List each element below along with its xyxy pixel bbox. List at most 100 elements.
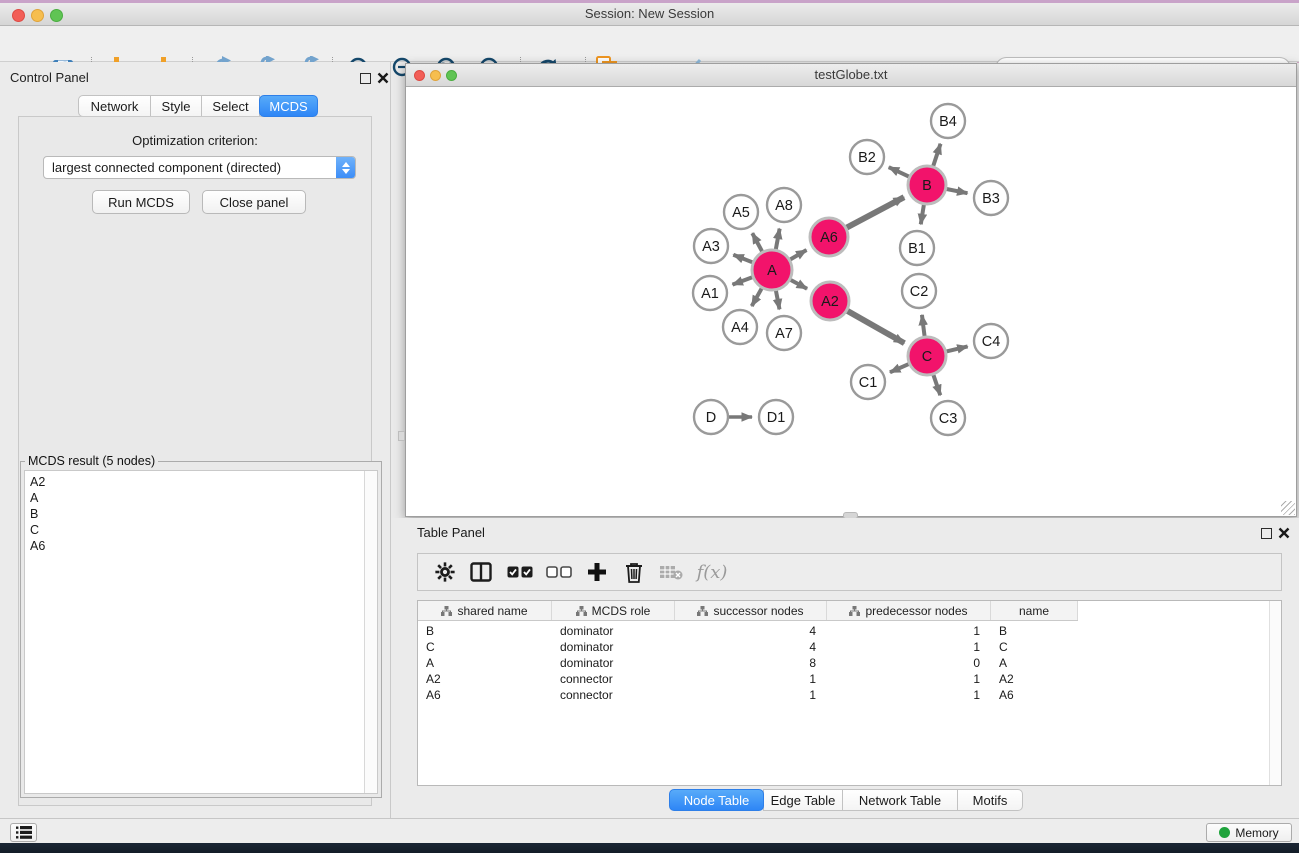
graph-edge-A2-C[interactable]: [847, 311, 904, 343]
graph-node-D1[interactable]: D1: [759, 400, 793, 434]
graph-node-B4[interactable]: B4: [931, 104, 965, 138]
deselect-all-button[interactable]: [542, 556, 576, 588]
graph-node-C[interactable]: C: [908, 337, 946, 375]
float-panel-icon[interactable]: [360, 73, 371, 84]
graph-edge-B-B1[interactable]: [921, 205, 924, 225]
show-columns-button[interactable]: [464, 556, 498, 588]
side-splitter-handle[interactable]: [398, 431, 405, 441]
list-item[interactable]: A6: [25, 538, 377, 554]
graph-edge-A-A4[interactable]: [752, 288, 762, 306]
column-header-successor_nodes[interactable]: successor nodes: [675, 601, 827, 620]
tab-edge-table[interactable]: Edge Table: [763, 789, 843, 811]
column-label: name: [1019, 604, 1049, 618]
list-item[interactable]: C: [25, 522, 377, 538]
graph-edge-C-C1[interactable]: [890, 364, 909, 372]
graph-edge-A-A8[interactable]: [776, 229, 780, 250]
criterion-select[interactable]: largest connected component (directed): [43, 156, 356, 179]
graph-node-A5[interactable]: A5: [724, 195, 758, 229]
column-label: shared name: [457, 604, 527, 618]
task-history-button[interactable]: [10, 823, 37, 842]
float-table-panel-icon[interactable]: [1261, 528, 1272, 539]
table-settings-button[interactable]: [428, 556, 462, 588]
graph-edge-A-A6[interactable]: [790, 250, 806, 259]
close-network-window-button[interactable]: [414, 70, 425, 81]
graph-edge-B-B2[interactable]: [889, 167, 909, 176]
graph-node-A4[interactable]: A4: [723, 310, 757, 344]
graph-node-C2[interactable]: C2: [902, 274, 936, 308]
network-window-title: testGlobe.txt: [406, 64, 1296, 86]
network-canvas[interactable]: B4 B2 B B3 A5 A8 A6 A3 B1 A C2 A1 A2 A4 A7 C4 C C1 D D1 C3: [406, 87, 1296, 516]
table-row[interactable]: A2connector11A2: [418, 671, 1078, 687]
tab-node-table[interactable]: Node Table: [669, 789, 764, 811]
graph-node-C4[interactable]: C4: [974, 324, 1008, 358]
criterion-value: largest connected component (directed): [44, 160, 336, 175]
svg-text:B2: B2: [858, 150, 876, 166]
delete-column-button[interactable]: [617, 556, 651, 588]
graph-edge-A-A5[interactable]: [752, 233, 762, 251]
tab-network[interactable]: Network: [78, 95, 151, 117]
table-row[interactable]: Bdominator41B: [418, 623, 1078, 639]
tab-label: Style: [162, 99, 191, 114]
graph-edge-B-B3[interactable]: [947, 189, 968, 193]
close-window-button[interactable]: [12, 9, 25, 22]
column-header-shared_name[interactable]: shared name: [418, 601, 552, 620]
graph-node-B1[interactable]: B1: [900, 231, 934, 265]
scrollbar[interactable]: [364, 471, 377, 793]
minimize-network-window-button[interactable]: [430, 70, 441, 81]
graph-edge-A-A3[interactable]: [733, 255, 752, 263]
graph-node-A[interactable]: A: [752, 250, 792, 290]
add-column-button[interactable]: [580, 556, 614, 588]
graph-node-A1[interactable]: A1: [693, 276, 727, 310]
table-row[interactable]: Adominator80A: [418, 655, 1078, 671]
tab-style[interactable]: Style: [150, 95, 202, 117]
attribute-tree-icon: [576, 606, 587, 616]
column-header-mcds_role[interactable]: MCDS role: [552, 601, 675, 620]
graph-edge-C-C4[interactable]: [946, 346, 967, 351]
close-panel-icon[interactable]: [377, 72, 389, 84]
minimize-window-button[interactable]: [31, 9, 44, 22]
graph-node-A8[interactable]: A8: [767, 188, 801, 222]
graph-node-A2[interactable]: A2: [811, 282, 849, 320]
control-panel: Control Panel Network Style Select MCDS …: [0, 62, 391, 818]
graph-node-A7[interactable]: A7: [767, 316, 801, 350]
list-item[interactable]: A2: [25, 474, 377, 490]
network-window-titlebar[interactable]: testGlobe.txt: [406, 64, 1296, 87]
graph-edge-C-C3[interactable]: [933, 375, 940, 395]
graph-node-C3[interactable]: C3: [931, 401, 965, 435]
graph-node-B[interactable]: B: [908, 166, 946, 204]
graph-node-C1[interactable]: C1: [851, 365, 885, 399]
zoom-network-window-button[interactable]: [446, 70, 457, 81]
close-panel-button[interactable]: Close panel: [202, 190, 306, 214]
memory-button[interactable]: Memory: [1206, 823, 1292, 842]
column-header-name[interactable]: name: [991, 601, 1078, 620]
tab-motifs[interactable]: Motifs: [957, 789, 1023, 811]
column-header-predecessor_nodes[interactable]: predecessor nodes: [827, 601, 991, 620]
table-row[interactable]: Cdominator41C: [418, 639, 1078, 655]
graph-edge-A-A1[interactable]: [733, 277, 753, 284]
tab-select[interactable]: Select: [201, 95, 260, 117]
close-table-panel-icon[interactable]: [1278, 527, 1290, 539]
tab-network-table[interactable]: Network Table: [842, 789, 958, 811]
graph-edge-A6-B[interactable]: [847, 197, 904, 227]
list-item[interactable]: A: [25, 490, 377, 506]
select-all-button[interactable]: [503, 556, 537, 588]
graph-node-D[interactable]: D: [694, 400, 728, 434]
table-scrollbar[interactable]: [1269, 601, 1281, 785]
graph-node-B2[interactable]: B2: [850, 140, 884, 174]
run-mcds-button[interactable]: Run MCDS: [92, 190, 190, 214]
graph-edge-A-A2[interactable]: [791, 280, 808, 289]
graph-node-A3[interactable]: A3: [694, 229, 728, 263]
graph-node-A6[interactable]: A6: [810, 218, 848, 256]
list-item[interactable]: B: [25, 506, 377, 522]
window-resize-grip[interactable]: [1281, 501, 1295, 515]
cell-name: B: [991, 623, 1078, 639]
mcds-result-fieldset: MCDS result (5 nodes) A2 A B C A6: [20, 454, 382, 798]
tab-mcds[interactable]: MCDS: [259, 95, 318, 117]
graph-edge-B-B4[interactable]: [933, 144, 940, 166]
zoom-window-button[interactable]: [50, 9, 63, 22]
graph-edge-C-C2[interactable]: [922, 315, 925, 336]
graph-edge-A-A7[interactable]: [776, 291, 780, 310]
table-row[interactable]: A6connector11A6: [418, 687, 1078, 703]
cell-name: A: [991, 655, 1078, 671]
graph-node-B3[interactable]: B3: [974, 181, 1008, 215]
